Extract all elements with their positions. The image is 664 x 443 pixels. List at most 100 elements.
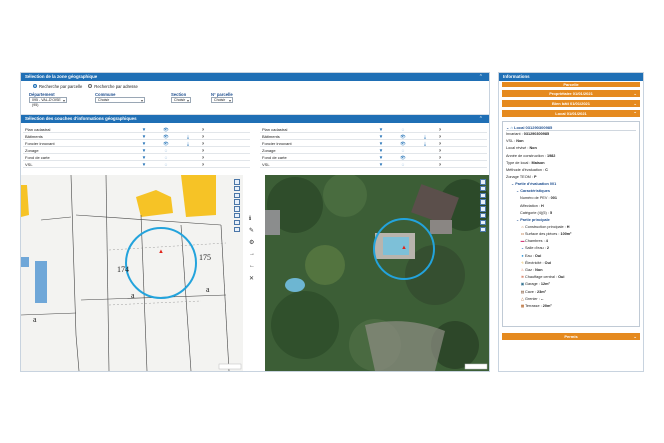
download-icon[interactable]: ⤓ (177, 133, 199, 140)
eye-off-icon[interactable]: ◌ (392, 161, 414, 168)
info-icon[interactable]: ℹ (249, 215, 251, 222)
select-button[interactable] (234, 212, 240, 219)
eye-icon[interactable]: 👁 (155, 126, 177, 133)
collapse-chevron-icon[interactable]: ⌃ (479, 115, 483, 123)
download-icon[interactable]: ⤓ (177, 140, 199, 147)
radio-parcel-option[interactable]: Recherche par parcelle (33, 84, 82, 89)
eye-off-icon[interactable]: ◌ (392, 147, 414, 154)
filter-icon[interactable]: ▼ (370, 126, 392, 133)
row-value: 5 (549, 210, 553, 215)
marker-triangle-icon[interactable]: ▲ (401, 245, 407, 251)
tab-permis[interactable]: Permis ⌄ (502, 333, 640, 340)
fit-button[interactable] (480, 192, 486, 199)
radio-address-option[interactable]: Recherche par adresse (88, 84, 138, 89)
help-icon[interactable]: ? (199, 161, 207, 168)
geo-selection-title[interactable]: Sélection de la zone géographique ⌃ (21, 73, 489, 81)
arrow-left-icon[interactable]: ← (249, 263, 255, 269)
filter-icon[interactable]: ▼ (370, 154, 392, 161)
print-button[interactable] (480, 219, 486, 226)
departement-field: Département 095 - VAL-D'OISE (95) (29, 92, 67, 107)
close-icon[interactable]: ✕ (249, 275, 254, 282)
filter-icon[interactable]: ▼ (133, 161, 155, 168)
eye-off-icon[interactable]: ◌ (155, 147, 177, 154)
help-icon[interactable]: ? (436, 161, 444, 168)
filter-icon[interactable]: ▼ (133, 126, 155, 133)
zoom-out-button[interactable] (480, 185, 486, 192)
eye-icon[interactable]: 👁 (392, 133, 414, 140)
eye-icon[interactable]: 👁 (155, 133, 177, 140)
help-icon[interactable]: ? (436, 140, 444, 147)
zoom-in-button[interactable] (480, 179, 486, 185)
row-value: Non (529, 146, 537, 151)
cadastral-map[interactable]: ▲ 174 175 a a a (21, 175, 243, 371)
departement-select[interactable]: 095 - VAL-D'OISE (95) (29, 97, 67, 107)
local-row: VSL : Non (506, 138, 636, 145)
parcelle-select[interactable]: Choisir (211, 97, 233, 103)
information-title: Informations (499, 73, 643, 81)
help-icon[interactable]: ? (199, 126, 207, 133)
select-button[interactable] (480, 212, 486, 219)
tab-parcelle[interactable]: Parcelle (502, 82, 640, 87)
filter-icon[interactable]: ▼ (370, 133, 392, 140)
filter-icon[interactable]: ▼ (133, 140, 155, 147)
arrow-right-icon[interactable]: → (249, 251, 255, 257)
main-row: ●Eau : Oui (506, 253, 636, 260)
characteristics-header[interactable]: ⌄ Caractéristiques (506, 188, 636, 195)
measure-button[interactable] (480, 199, 486, 205)
pan-button[interactable] (480, 206, 486, 212)
row-value: P (534, 175, 537, 180)
local-header[interactable]: ⌄ ⌂ Local 031290300985 (506, 124, 636, 131)
row-key: Terrasse : (525, 303, 543, 308)
marker-triangle-icon[interactable]: ▲ (158, 249, 164, 255)
filter-icon[interactable]: ▼ (370, 140, 392, 147)
eye-off-icon[interactable]: ◌ (155, 161, 177, 168)
tab-proprietaire[interactable]: Propriétaire 01/01/2021 ⌄ (502, 90, 640, 97)
main-part-header[interactable]: ⌄ Partie principale (506, 217, 636, 224)
measure-button[interactable] (234, 199, 240, 205)
help-icon[interactable]: ? (199, 133, 207, 140)
satellite-map[interactable]: ▲ (265, 175, 489, 371)
download-icon[interactable]: ⤓ (414, 140, 436, 147)
eye-icon[interactable]: 👁 (392, 154, 414, 161)
radio-empty-icon[interactable] (88, 84, 93, 89)
help-icon[interactable]: ? (436, 154, 444, 161)
filter-icon[interactable]: ▼ (133, 133, 155, 140)
download-icon[interactable]: ⤓ (414, 133, 436, 140)
settings-icon[interactable]: ⚙ (249, 239, 254, 246)
filter-icon[interactable]: ▼ (370, 147, 392, 154)
filter-icon[interactable]: ▼ (133, 154, 155, 161)
row-value: -- (540, 296, 544, 301)
help-icon[interactable]: ? (436, 126, 444, 133)
tab-local[interactable]: Local 01/01/2021 ⌃ (502, 110, 640, 117)
collapse-chevron-icon[interactable]: ⌃ (479, 73, 483, 81)
layers-title[interactable]: Sélection des couches d'informations géo… (21, 115, 489, 123)
fit-button[interactable] (234, 192, 240, 199)
layers-button[interactable] (480, 226, 486, 233)
help-icon[interactable]: ? (199, 147, 207, 154)
tab-label: Local 01/01/2021 (555, 111, 587, 116)
tab-bien-bati[interactable]: Bien bâti 01/01/2021 ⌄ (502, 100, 640, 107)
commune-select[interactable]: Choisir (95, 97, 145, 103)
selection-circle (125, 227, 197, 299)
help-icon[interactable]: ? (436, 147, 444, 154)
eval-part-header[interactable]: ⌄ Partie d'évaluation 001 (506, 181, 636, 188)
edit-icon[interactable]: ✎ (249, 227, 254, 234)
help-icon[interactable]: ? (199, 140, 207, 147)
main-row: ◒Salle d'eau : 2 (506, 245, 636, 252)
eye-icon[interactable]: 👁 (392, 140, 414, 147)
filter-icon[interactable]: ▼ (133, 147, 155, 154)
zoom-out-button[interactable] (234, 185, 240, 192)
radio-selected-icon[interactable] (33, 84, 37, 89)
eye-off-icon[interactable]: ◌ (155, 154, 177, 161)
zoom-in-button[interactable] (234, 179, 240, 185)
layers-table-left: Plan cadastral ▼ 👁? Bâtiments ▼ 👁 ⤓? Foncier … (23, 126, 250, 172)
filter-icon[interactable]: ▼ (370, 161, 392, 168)
eye-icon[interactable]: 👁 (155, 140, 177, 147)
print-button[interactable] (234, 219, 240, 226)
pan-button[interactable] (234, 206, 240, 212)
help-icon[interactable]: ? (436, 133, 444, 140)
section-select[interactable]: Choisir (171, 97, 191, 103)
eye-off-icon[interactable]: ◌ (392, 126, 414, 133)
layers-button[interactable] (234, 226, 240, 233)
help-icon[interactable]: ? (199, 154, 207, 161)
